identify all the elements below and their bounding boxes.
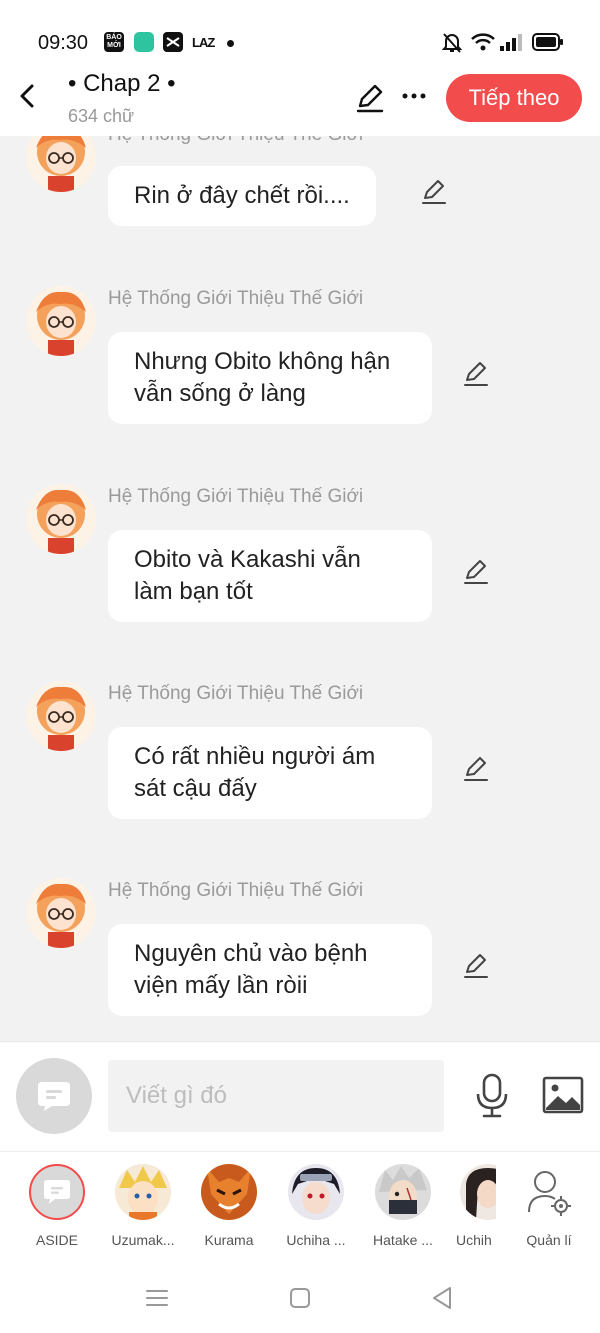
manage-label: Quản lí — [526, 1232, 572, 1248]
edit-message-icon[interactable] — [462, 952, 490, 980]
edit-message-icon[interactable] — [462, 755, 490, 783]
character-aside[interactable]: ASIDE — [20, 1164, 94, 1248]
bell-muted-icon — [442, 33, 462, 53]
aside-toggle-button[interactable] — [16, 1058, 92, 1134]
character-portrait-icon — [26, 136, 96, 192]
kurama-avatar — [201, 1164, 257, 1220]
manage-characters-button[interactable]: Quản lí — [512, 1164, 586, 1248]
message-bubble[interactable]: Obito và Kakashi vẫn làm bạn tốt — [108, 530, 432, 622]
message-input[interactable] — [108, 1060, 444, 1132]
message-bubble[interactable]: Nguyên chủ vào bệnh viện mấy lần ròii — [108, 924, 432, 1016]
edit-message-icon[interactable] — [462, 558, 490, 586]
mic-icon[interactable] — [474, 1072, 510, 1120]
message-bubble[interactable]: Rin ở đây chết rồi.... — [108, 166, 376, 226]
character-uzumaki[interactable]: Uzumak... — [106, 1164, 180, 1248]
character-name: Uchiha ... — [286, 1232, 346, 1248]
edit-message-icon[interactable] — [462, 360, 490, 388]
sender-name: Hệ Thống Giới Thiệu Thế Giới — [108, 288, 364, 309]
aside-avatar — [29, 1164, 85, 1220]
capcut-icon — [163, 32, 183, 52]
sender-name: Hệ Thống Giới Thiệu Thế Giới — [108, 136, 363, 146]
chat-area[interactable]: Hệ Thống Giới Thiệu Thế Giới Rin ở đây c… — [0, 136, 600, 1041]
character-uchiha-1[interactable]: Uchiha ... — [279, 1164, 353, 1248]
character-kurama[interactable]: Kurama — [192, 1164, 266, 1248]
chat-app-icon — [134, 32, 154, 52]
word-count: 634 chữ — [68, 106, 135, 126]
image-icon[interactable] — [542, 1076, 584, 1114]
avatar[interactable] — [26, 136, 96, 192]
chat-bubble-icon — [44, 1180, 70, 1204]
character-hatake[interactable]: Hatake ... — [366, 1164, 440, 1248]
sender-name: Hệ Thống Giới Thiệu Thế Giới — [108, 683, 364, 704]
system-nav-bar — [0, 1261, 600, 1333]
avatar[interactable] — [26, 681, 96, 751]
character-bar: ASIDE Uzumak... Kurama Uchiha ... Hatake… — [0, 1151, 600, 1261]
character-name: Uchih — [456, 1232, 492, 1248]
character-name: Kurama — [204, 1232, 254, 1248]
character-name: ASIDE — [35, 1232, 78, 1248]
character-portrait-icon — [26, 484, 96, 554]
avatar[interactable] — [26, 878, 96, 948]
avatar[interactable] — [26, 286, 96, 356]
uchiha-avatar — [288, 1164, 344, 1220]
character-portrait-icon — [460, 1164, 496, 1220]
menu-icon[interactable] — [144, 1285, 170, 1311]
baomoi-app-icon: BÁO MỚI — [104, 32, 124, 52]
character-portrait-icon — [26, 681, 96, 751]
character-portrait-icon — [26, 878, 96, 948]
next-chapter-button[interactable]: Tiếp theo — [446, 74, 582, 122]
sender-name: Hệ Thống Giới Thiệu Thế Giới — [108, 880, 364, 901]
composer-bar — [0, 1041, 600, 1151]
chapter-header: • Chap 2 • 634 chữ Tiếp theo — [0, 60, 600, 136]
edit-message-icon[interactable] — [420, 178, 448, 206]
character-portrait-icon — [201, 1164, 257, 1220]
message-bubble[interactable]: Có rất nhiều người ám sát cậu đấy — [108, 727, 432, 819]
status-time: 09:30 — [38, 32, 89, 54]
back-triangle-icon[interactable] — [429, 1285, 455, 1311]
character-portrait-icon — [288, 1164, 344, 1220]
character-name: Uzumak... — [111, 1232, 175, 1248]
uchiha-avatar — [460, 1164, 496, 1220]
chapter-title: • Chap 2 • — [68, 70, 176, 97]
avatar[interactable] — [26, 484, 96, 554]
character-name: Hatake ... — [373, 1232, 433, 1248]
home-icon[interactable] — [287, 1285, 313, 1311]
signal-icon — [500, 34, 522, 51]
hatake-avatar — [375, 1164, 431, 1220]
character-uchiha-2[interactable]: Uchih — [452, 1164, 496, 1248]
uzumaki-avatar — [115, 1164, 171, 1220]
sender-name: Hệ Thống Giới Thiệu Thế Giới — [108, 486, 364, 507]
battery-icon — [532, 33, 563, 51]
manage-user-icon — [528, 1171, 571, 1216]
pen-icon[interactable] — [354, 82, 386, 114]
character-portrait-icon — [115, 1164, 171, 1220]
wifi-icon — [471, 33, 495, 51]
character-portrait-icon — [26, 286, 96, 356]
chat-bubble-icon — [38, 1082, 70, 1111]
message-bubble[interactable]: Nhưng Obito không hận vẫn sống ở làng — [108, 332, 432, 424]
notification-dot — [227, 40, 234, 47]
character-portrait-icon — [375, 1164, 431, 1220]
more-icon[interactable] — [400, 82, 428, 110]
lazada-icon: LAZ — [192, 35, 215, 50]
back-icon[interactable] — [12, 78, 44, 114]
